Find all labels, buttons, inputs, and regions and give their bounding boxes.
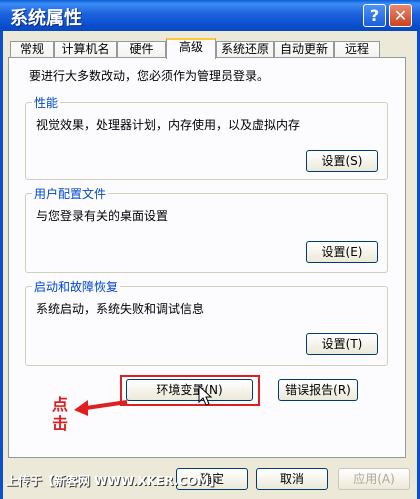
performance-title: 性能 bbox=[32, 94, 61, 111]
annotation-arrow-icon bbox=[74, 400, 128, 416]
startup-recovery-title: 启动和故障恢复 bbox=[32, 278, 121, 295]
highlight-box bbox=[120, 375, 260, 406]
mouse-cursor-icon bbox=[198, 385, 213, 406]
error-reporting-button[interactable]: 错误报告(R) bbox=[278, 379, 358, 401]
tab-computer-name[interactable]: 计算机名 bbox=[54, 41, 117, 58]
watermark: 上传于【新客网 WWW.XKER.COM】 bbox=[6, 474, 222, 488]
user-profiles-settings-button[interactable]: 设置(E) bbox=[306, 241, 378, 263]
annotation-text: 点击 bbox=[52, 395, 69, 433]
user-profiles-description: 与您登录有关的桌面设置 bbox=[36, 209, 169, 223]
startup-recovery-group: 启动和故障恢复 系统启动，系统失败和调试信息 设置(T) bbox=[25, 278, 388, 366]
help-button[interactable]: ? bbox=[363, 4, 386, 27]
cancel-button[interactable]: 取消 bbox=[256, 468, 328, 490]
performance-description: 视觉效果，处理器计划，内存使用，以及虚拟内存 bbox=[36, 118, 301, 132]
window-title: 系统属性 bbox=[10, 8, 82, 29]
startup-recovery-settings-button[interactable]: 设置(T) bbox=[306, 333, 378, 355]
close-button[interactable]: ✕ bbox=[389, 4, 412, 27]
user-profiles-title: 用户配置文件 bbox=[32, 185, 109, 202]
admin-notice: 要进行大多数改动，您必须作为管理员登录。 bbox=[29, 69, 270, 83]
title-bar: 系统属性 ? ✕ bbox=[0, 0, 420, 31]
performance-settings-button[interactable]: 设置(S) bbox=[306, 150, 378, 172]
tab-advanced[interactable]: 高级 bbox=[166, 38, 216, 59]
window-frame-left bbox=[0, 31, 3, 499]
user-profiles-group: 用户配置文件 与您登录有关的桌面设置 设置(E) bbox=[25, 185, 388, 273]
apply-button[interactable]: 应用(A) bbox=[338, 468, 410, 490]
tab-automatic-updates[interactable]: 自动更新 bbox=[274, 41, 334, 58]
tab-system-restore[interactable]: 系统还原 bbox=[216, 41, 274, 58]
tab-general[interactable]: 常规 bbox=[10, 41, 54, 58]
startup-recovery-description: 系统启动，系统失败和调试信息 bbox=[36, 302, 205, 316]
performance-group: 性能 视觉效果，处理器计划，内存使用，以及虚拟内存 设置(S) bbox=[25, 94, 388, 180]
tab-hardware[interactable]: 硬件 bbox=[117, 41, 166, 58]
tab-remote[interactable]: 远程 bbox=[334, 41, 380, 58]
